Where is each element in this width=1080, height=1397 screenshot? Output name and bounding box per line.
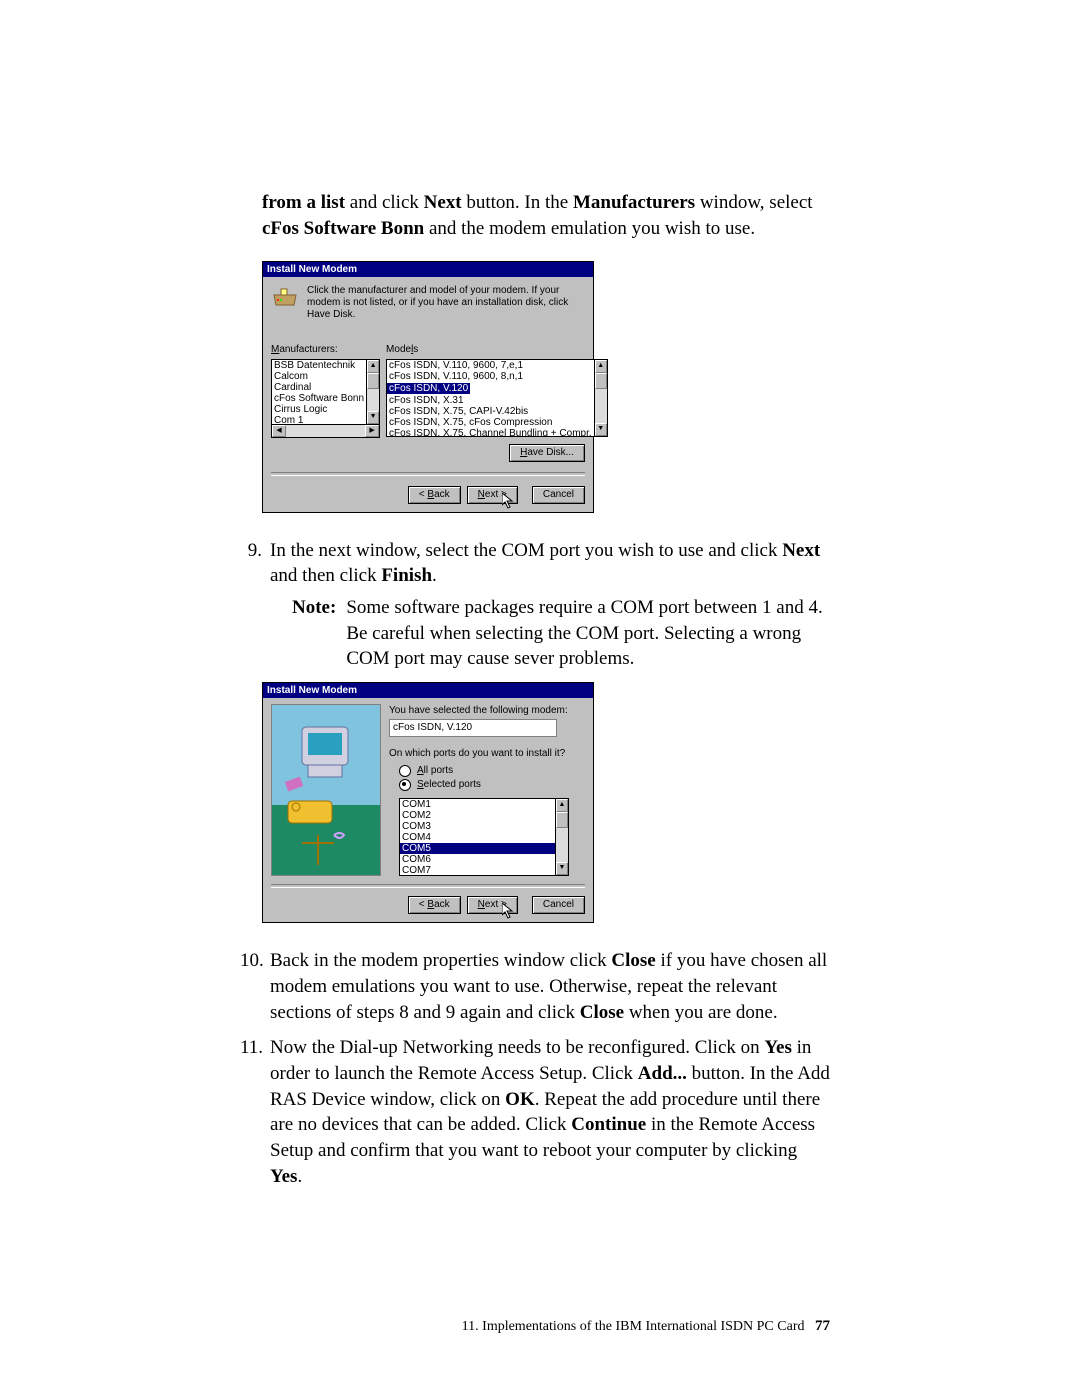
note-body: Some software packages require a COM por… <box>346 595 830 672</box>
scroll-left-icon[interactable]: ◀ <box>272 425 286 437</box>
list-item[interactable]: cFos ISDN, X.31 <box>387 395 594 406</box>
separator <box>271 884 585 888</box>
list-item[interactable]: COM4 <box>400 832 555 843</box>
step-11: 11. Now the Dial-up Networking needs to … <box>240 1035 830 1189</box>
dialog1-instruction: Click the manufacturer and model of your… <box>307 285 585 321</box>
scroll-right-icon[interactable]: ▶ <box>365 425 379 437</box>
horizontal-scrollbar[interactable]: ◀ ▶ <box>271 425 380 438</box>
next-button[interactable]: Next > <box>467 486 518 504</box>
cursor-icon <box>502 903 516 921</box>
step-10: 10. Back in the modem properties window … <box>240 948 830 1025</box>
footer-text: 11. Implementations of the IBM Internati… <box>462 1319 805 1334</box>
intro-bold-manuf: Manufacturers <box>573 192 695 213</box>
scroll-down-icon[interactable]: ▼ <box>367 411 379 424</box>
radio-selected-ports[interactable]: Selected ports <box>389 778 585 792</box>
list-item[interactable]: Cirrus Logic <box>272 404 366 415</box>
list-item[interactable]: Calcom <box>272 371 366 382</box>
radio-icon[interactable] <box>399 765 411 777</box>
scrollbar[interactable]: ▲ ▼ <box>366 359 380 425</box>
note-block: Note: Some software packages require a C… <box>292 595 830 672</box>
list-item[interactable]: COM6 <box>400 854 555 865</box>
wizard-illustration <box>271 704 381 876</box>
install-new-modem-dialog-1: Install New Modem Click the manufacturer… <box>262 261 594 513</box>
list-item[interactable]: COM3 <box>400 821 555 832</box>
dialog2-line1: You have selected the following modem: <box>389 704 585 718</box>
list-item[interactable]: cFos ISDN, V.110, 9600, 7,e,1 <box>387 360 594 371</box>
models-label: Models <box>386 343 608 357</box>
list-item[interactable]: cFos ISDN, V.110, 9600, 8,n,1 <box>387 371 594 382</box>
list-item[interactable]: COM7 <box>400 865 555 876</box>
cancel-button[interactable]: Cancel <box>532 486 585 504</box>
scroll-down-icon[interactable]: ▼ <box>595 423 607 436</box>
dialog2-line2: On which ports do you want to install it… <box>389 747 585 761</box>
have-disk-button[interactable]: Have Disk... <box>509 444 585 462</box>
scroll-up-icon[interactable]: ▲ <box>595 360 607 373</box>
selected-modem-field[interactable]: cFos ISDN, V.120 <box>389 719 557 737</box>
manufacturers-listbox[interactable]: BSB Datentechnik Calcom Cardinal cFos So… <box>271 359 380 425</box>
intro-bold-next: Next <box>424 192 462 213</box>
radio-icon[interactable] <box>399 779 411 791</box>
list-item[interactable]: cFos ISDN, X.75, cFos Compression <box>387 417 594 428</box>
page-number: 77 <box>815 1318 830 1334</box>
step-number: 10. <box>240 948 262 1025</box>
scrollbar[interactable]: ▲ ▼ <box>555 798 569 876</box>
list-item[interactable]: BSB Datentechnik <box>272 360 366 371</box>
list-item[interactable]: COM2 <box>400 810 555 821</box>
list-item[interactable]: Com 1 <box>272 415 366 425</box>
list-item[interactable]: cFos Software Bonn <box>272 393 366 404</box>
page: from a list and click Next button. In th… <box>0 0 1080 1397</box>
note-label: Note: <box>292 595 336 672</box>
scroll-thumb[interactable] <box>556 812 568 828</box>
scroll-thumb[interactable] <box>595 373 607 389</box>
back-button[interactable]: < Back <box>408 896 461 914</box>
dialog1-body: Click the manufacturer and model of your… <box>263 277 593 512</box>
scroll-down-icon[interactable]: ▼ <box>556 862 568 875</box>
intro-paragraph: from a list and click Next button. In th… <box>240 190 830 241</box>
scroll-thumb[interactable] <box>367 373 379 389</box>
list-item[interactable]: Cardinal <box>272 382 366 393</box>
list-item[interactable]: cFos ISDN, X.75, CAPI-V.42bis <box>387 406 594 417</box>
page-footer: 11. Implementations of the IBM Internati… <box>462 1316 830 1337</box>
back-button[interactable]: < Back <box>408 486 461 504</box>
list-item[interactable]: cFos ISDN, X.75, Channel Bundling + Comp… <box>387 428 594 437</box>
intro-bold-1: from a list <box>262 192 345 213</box>
models-listbox[interactable]: cFos ISDN, V.110, 9600, 7,e,1 cFos ISDN,… <box>386 359 608 437</box>
step-number: 11. <box>240 1035 262 1189</box>
scrollbar[interactable]: ▲ ▼ <box>594 359 608 437</box>
install-new-modem-dialog-2: Install New Modem You have <box>262 682 594 924</box>
list-item-selected[interactable]: COM5 <box>400 843 555 854</box>
radio-all-ports[interactable]: All ports <box>389 764 585 778</box>
cursor-icon <box>502 493 516 511</box>
step-number: 9. <box>240 538 262 672</box>
ports-listbox[interactable]: COM1 COM2 COM3 COM4 COM5 COM6 COM7 ▲ ▼ <box>399 798 569 876</box>
next-button[interactable]: Next > <box>467 896 518 914</box>
list-item-selected[interactable]: cFos ISDN, V.120 <box>387 383 470 394</box>
dialog2-title-bar[interactable]: Install New Modem <box>263 683 593 698</box>
manufacturers-label: Manufacturers: <box>271 343 380 357</box>
dialog1-title-bar[interactable]: Install New Modem <box>263 262 593 277</box>
list-item[interactable]: COM1 <box>400 799 555 810</box>
scroll-up-icon[interactable]: ▲ <box>556 799 568 812</box>
intro-bold-cfos: cFos Software Bonn <box>262 218 424 239</box>
scroll-up-icon[interactable]: ▲ <box>367 360 379 373</box>
cancel-button[interactable]: Cancel <box>532 896 585 914</box>
modem-icon <box>271 285 299 309</box>
step-9: 9. In the next window, select the COM po… <box>240 538 830 672</box>
